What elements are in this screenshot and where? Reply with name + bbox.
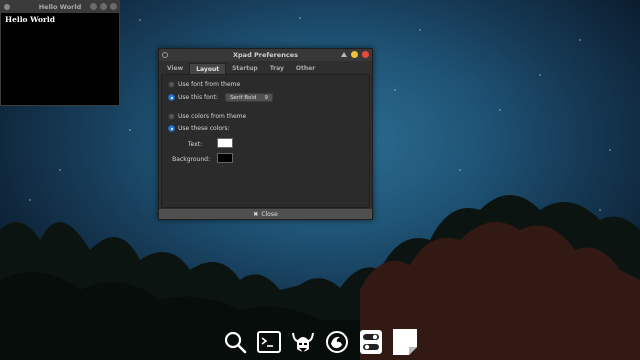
preferences-title: Xpad Preferences <box>233 51 298 59</box>
font-custom-label: Use this font: <box>178 94 218 101</box>
close-button[interactable]: ✖ Close <box>159 209 372 219</box>
toggle-settings-icon <box>360 330 382 354</box>
window-menu-icon[interactable] <box>4 4 10 10</box>
dock <box>218 324 422 360</box>
background-color-label: Background: <box>172 156 210 163</box>
maximize-button[interactable] <box>100 3 107 10</box>
viking-helmet-icon <box>292 332 314 352</box>
text-color-label: Text: <box>187 141 202 148</box>
tab-other[interactable]: Other <box>290 63 321 74</box>
sticky-note-icon <box>393 329 417 355</box>
text-color-button[interactable] <box>217 138 233 148</box>
font-chooser-button[interactable]: Serif Bold 9 <box>224 93 273 102</box>
hello-window-title: Hello World <box>38 3 82 11</box>
preferences-titlebar[interactable]: Xpad Preferences <box>159 49 372 61</box>
font-custom-option[interactable]: Use this font: Serif Bold 9 <box>168 93 273 102</box>
dock-item-terminal[interactable] <box>256 328 282 356</box>
color-custom-label: Use these colors: <box>178 125 230 132</box>
minimize-button[interactable] <box>351 51 358 58</box>
color-theme-radio[interactable] <box>168 113 175 120</box>
dock-item-settings[interactable] <box>358 328 384 356</box>
tab-layout[interactable]: Layout <box>189 63 227 74</box>
color-custom-radio[interactable] <box>168 125 175 132</box>
tab-view[interactable]: View <box>161 63 189 74</box>
background-color-button[interactable] <box>217 153 233 163</box>
font-name: Serif Bold <box>229 95 257 101</box>
close-icon: ✖ <box>253 210 259 218</box>
font-theme-radio[interactable] <box>168 81 175 88</box>
font-theme-label: Use font from theme <box>178 81 241 88</box>
close-button[interactable] <box>110 3 117 10</box>
minimize-button[interactable] <box>90 3 97 10</box>
dock-item-search[interactable] <box>222 328 248 356</box>
dock-item-notes[interactable] <box>392 328 418 356</box>
close-window-button[interactable] <box>362 51 369 58</box>
gear-icon[interactable] <box>162 52 168 58</box>
dock-item-viking[interactable] <box>290 328 316 356</box>
font-custom-radio[interactable] <box>168 94 175 101</box>
note-content[interactable]: Hello World <box>1 13 119 26</box>
tab-startup[interactable]: Startup <box>226 63 264 74</box>
preferences-dialog[interactable]: Xpad Preferences View Layout Startup Tra… <box>158 48 373 220</box>
font-size: 9 <box>264 95 268 101</box>
magnifier-icon <box>224 331 247 354</box>
dock-item-firefox[interactable] <box>324 328 350 356</box>
font-theme-option[interactable]: Use font from theme <box>168 81 240 88</box>
color-theme-label: Use colors from theme <box>178 113 247 120</box>
terminal-icon <box>257 331 281 353</box>
tab-tray[interactable]: Tray <box>264 63 290 74</box>
shade-icon[interactable] <box>341 52 347 57</box>
hello-world-window[interactable]: Hello World Hello World <box>0 0 120 106</box>
color-custom-option[interactable]: Use these colors: <box>168 125 230 132</box>
hello-window-titlebar[interactable]: Hello World <box>1 1 119 13</box>
color-theme-option[interactable]: Use colors from theme <box>168 113 246 120</box>
layout-panel: Use font from theme Use this font: Serif… <box>161 75 370 208</box>
firefox-icon <box>326 331 348 353</box>
close-label: Close <box>261 210 278 218</box>
tab-bar: View Layout Startup Tray Other <box>161 63 370 75</box>
